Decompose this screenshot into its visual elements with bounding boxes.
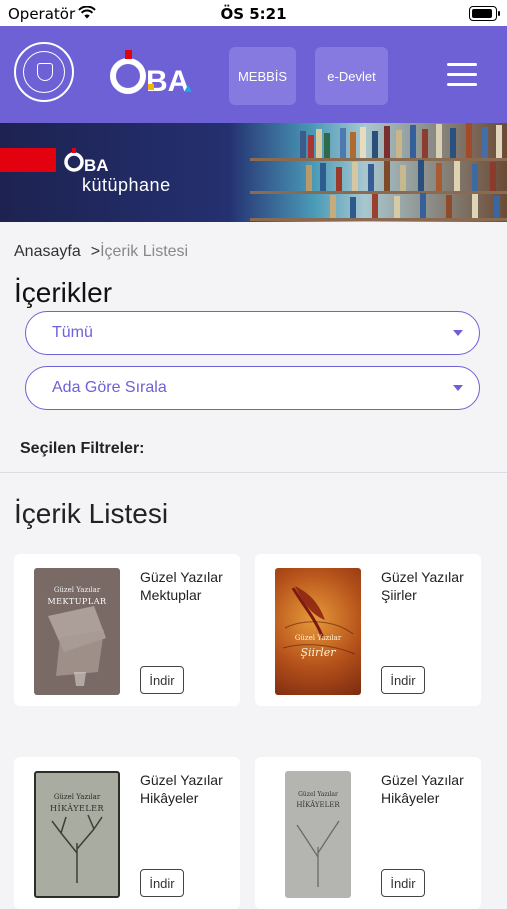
status-bar: Operatör ÖS 5:21	[0, 0, 507, 26]
sort-select[interactable]: Ada Göre Sırala	[25, 366, 480, 410]
download-button[interactable]: İndir	[140, 869, 184, 897]
svg-text:BA: BA	[84, 156, 109, 173]
download-button[interactable]: İndir	[140, 666, 184, 694]
banner-subtitle: kütüphane	[82, 175, 171, 195]
banner-oba-logo: BA	[64, 148, 109, 173]
breadcrumb-home-link[interactable]: Anasayfa	[14, 243, 81, 260]
content-title: Güzel Yazılar Şiirler	[381, 569, 464, 603]
content-title: Güzel Yazılar Hikâyeler	[381, 772, 464, 806]
breadcrumb: Anasayfa >İçerik Listesi	[14, 243, 188, 261]
content-title: Güzel Yazılar Mektuplar	[140, 569, 223, 603]
status-time: ÖS 5:21	[220, 5, 287, 23]
download-button[interactable]: İndir	[381, 666, 425, 694]
book-cover-image[interactable]: Güzel Yazılar HİKÂYELER	[34, 771, 120, 898]
cover-title: Şiirler	[300, 646, 336, 659]
content-list-title: İçerik Listesi	[14, 498, 169, 529]
sort-select-value: Ada Göre Sırala	[52, 379, 167, 396]
oba-logo[interactable]: BA	[108, 48, 204, 96]
category-select-value: Tümü	[52, 324, 93, 341]
page-title: İçerikler	[14, 277, 113, 308]
cover-subtitle: Güzel Yazılar	[53, 586, 101, 594]
ministry-seal-logo[interactable]	[14, 42, 74, 102]
cover-title: MEKTUPLAR	[47, 597, 107, 606]
chevron-down-icon	[453, 330, 463, 336]
content-card[interactable]: Güzel Yazılar Şiirler Güzel Yazılar Şiir…	[255, 554, 481, 706]
e-devlet-button[interactable]: e-Devlet	[315, 47, 388, 105]
selected-filters-label: Seçilen Filtreler:	[20, 440, 145, 457]
hamburger-menu-icon[interactable]	[447, 63, 477, 87]
cover-subtitle: Güzel Yazılar	[298, 791, 338, 798]
cover-subtitle: Güzel Yazılar	[53, 793, 101, 801]
mebbis-button[interactable]: MEBBİS	[229, 47, 296, 105]
banner-red-bar	[0, 148, 56, 172]
cover-title: HİKÂYELER	[296, 801, 340, 809]
content-card[interactable]: Güzel Yazılar HİKÂYELER Güzel Yazılar Hi…	[14, 757, 240, 909]
cover-subtitle: Güzel Yazılar	[294, 634, 342, 642]
book-cover-image[interactable]: Güzel Yazılar HİKÂYELER	[285, 771, 351, 898]
content-card[interactable]: Güzel Yazılar HİKÂYELER Güzel Yazılar Hi…	[255, 757, 481, 909]
cover-title: HİKÂYELER	[49, 804, 105, 813]
book-cover-image[interactable]: Güzel Yazılar Şiirler	[275, 568, 361, 695]
svg-text:BA: BA	[146, 65, 189, 96]
section-divider	[0, 472, 507, 473]
content-title: Güzel Yazılar Hikâyeler	[140, 772, 223, 806]
app-header: BA MEBBİS e-Devlet	[0, 26, 507, 123]
content-card[interactable]: Güzel Yazılar MEKTUPLAR Güzel Yazılar Me…	[14, 554, 240, 706]
download-button[interactable]: İndir	[381, 869, 425, 897]
breadcrumb-current: İçerik Listesi	[100, 243, 189, 260]
book-cover-image[interactable]: Güzel Yazılar MEKTUPLAR	[34, 568, 120, 695]
battery-icon	[469, 6, 500, 21]
breadcrumb-separator: >	[90, 243, 101, 260]
category-select[interactable]: Tümü	[25, 311, 480, 355]
chevron-down-icon	[453, 385, 463, 391]
library-banner: BA kütüphane	[0, 123, 507, 222]
